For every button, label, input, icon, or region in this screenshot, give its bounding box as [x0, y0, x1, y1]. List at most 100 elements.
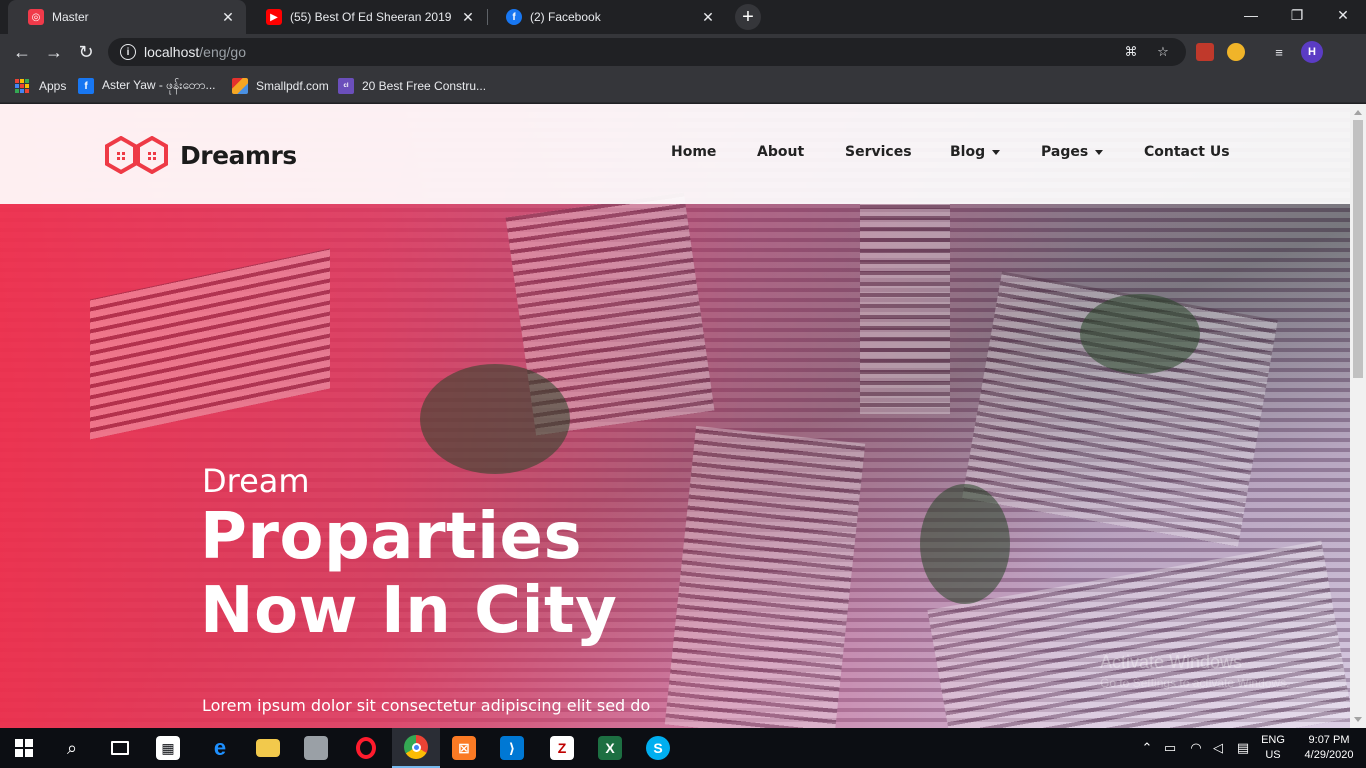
hero-background-building	[90, 248, 330, 440]
windows-taskbar: ⌕ ▦ e ⊠ ⟩ Z X S ⌃ ▭ ◠ ◁ ▤ ENG US 9:07 PM	[0, 728, 1366, 768]
url-host: localhost	[144, 44, 200, 60]
virtual-machine-app[interactable]	[292, 728, 340, 768]
nav-blog[interactable]: Blog	[950, 144, 1001, 160]
start-button[interactable]	[0, 728, 48, 768]
hero-section: Dreamrs Home About Services Blog Pages C…	[0, 104, 1350, 728]
tab-facebook[interactable]: f (2) Facebook ✕	[486, 0, 726, 34]
new-tab-button[interactable]: +	[735, 4, 761, 30]
bookmark-label: 20 Best Free Constru...	[362, 79, 487, 93]
nav-label: About	[757, 144, 805, 160]
xampp-app[interactable]: ⊠	[440, 728, 488, 768]
close-icon[interactable]: ✕	[700, 9, 716, 25]
bookmark-aster-yaw[interactable]: f Aster Yaw - ဖုန်းတော...	[78, 77, 216, 95]
apps-grid-icon	[15, 79, 29, 93]
chevron-down-icon	[992, 149, 1001, 155]
skype-icon: S	[646, 736, 670, 760]
hero-eyebrow: Dream	[202, 462, 310, 500]
nav-label: Services	[845, 144, 912, 160]
skype-app[interactable]: S	[634, 728, 682, 768]
extension-owl-icon[interactable]	[1227, 43, 1245, 61]
activation-watermark-sub: Go to Settings to activate Windows.	[1100, 676, 1290, 690]
nav-label: Home	[671, 144, 717, 160]
bookmark-colorlib[interactable]: cl 20 Best Free Constru...	[338, 77, 486, 95]
hero-background-trees	[420, 364, 570, 474]
page-scrollbar[interactable]	[1350, 104, 1366, 728]
scroll-up-arrow-icon[interactable]	[1354, 110, 1362, 115]
bookmark-label: Aster Yaw - ဖုန်းတော...	[102, 78, 216, 92]
battery-icon[interactable]: ▭	[1162, 740, 1178, 756]
youtube-icon: ▶	[266, 9, 282, 25]
bookmark-label: Smallpdf.com	[256, 79, 329, 93]
file-explorer-icon	[256, 739, 280, 757]
dreamrs-logo-icon	[105, 136, 168, 174]
vscode-app[interactable]: ⟩	[488, 728, 536, 768]
page-viewport: Dreamrs Home About Services Blog Pages C…	[0, 104, 1366, 728]
volume-icon[interactable]: ◁	[1210, 740, 1226, 756]
windows-logo-icon	[15, 739, 33, 757]
nav-contact-us[interactable]: Contact Us	[1144, 144, 1230, 160]
excel-app[interactable]: X	[586, 728, 634, 768]
profile-avatar[interactable]: H	[1301, 41, 1323, 63]
minimize-button[interactable]: —	[1228, 0, 1274, 30]
url-path: /eng/go	[199, 44, 246, 60]
opera-icon	[356, 737, 376, 759]
store-app[interactable]: ▦	[144, 728, 192, 768]
bookmark-star-icon[interactable]: ☆	[1154, 43, 1172, 61]
chrome-app[interactable]	[392, 728, 440, 768]
bookmark-apps[interactable]: Apps	[15, 77, 66, 95]
media-control-icon[interactable]: ≡	[1270, 43, 1288, 61]
tab-title: (2) Facebook	[530, 10, 601, 24]
task-view-button[interactable]	[96, 728, 144, 768]
smallpdf-icon	[232, 78, 248, 94]
scroll-thumb[interactable]	[1353, 120, 1363, 378]
tab-master[interactable]: ◎ Master ✕	[8, 0, 246, 34]
dreamrs-logo-icon: ◎	[28, 9, 44, 25]
language-code: ENG	[1261, 734, 1285, 746]
clock[interactable]: 9:07 PM 4/29/2020	[1296, 733, 1362, 763]
edge-app[interactable]: e	[196, 728, 244, 768]
activation-watermark: Activate Windows	[1100, 652, 1243, 672]
tab-strip: ◎ Master ✕ ▶ (55) Best Of Ed Sheeran 201…	[0, 0, 1366, 34]
nav-label: Blog	[950, 144, 986, 160]
nav-services[interactable]: Services	[845, 144, 912, 160]
hero-title-line: Now In City	[200, 574, 618, 648]
clock-date: 4/29/2020	[1304, 749, 1354, 761]
close-window-button[interactable]: ✕	[1320, 0, 1366, 30]
filezilla-app[interactable]: Z	[538, 728, 586, 768]
back-button[interactable]: ←	[8, 38, 36, 66]
extension-red-icon[interactable]	[1196, 43, 1214, 61]
scroll-down-arrow-icon[interactable]	[1354, 717, 1362, 722]
search-icon: ⌕	[66, 737, 78, 758]
wifi-icon[interactable]: ◠	[1188, 740, 1204, 756]
reload-button[interactable]: ↻	[72, 38, 100, 66]
close-icon[interactable]: ✕	[220, 9, 236, 25]
site-logo[interactable]: Dreamrs	[104, 136, 297, 174]
filezilla-icon: Z	[550, 736, 574, 760]
clock-time: 9:07 PM	[1308, 734, 1350, 746]
notification-icon[interactable]: ▤	[1234, 740, 1252, 756]
opera-app[interactable]	[342, 728, 390, 768]
edge-icon: e	[213, 735, 227, 760]
facebook-icon: f	[78, 78, 94, 94]
bookmark-smallpdf[interactable]: Smallpdf.com	[232, 77, 329, 95]
language-indicator[interactable]: ENG US	[1256, 733, 1290, 763]
maximize-button[interactable]: ❐	[1274, 0, 1320, 30]
address-bar[interactable]: i localhost/eng/go	[108, 38, 1186, 66]
chevron-up-icon[interactable]: ⌃	[1140, 740, 1154, 756]
task-view-icon	[111, 741, 129, 755]
xampp-icon: ⊠	[452, 736, 476, 760]
nav-about[interactable]: About	[757, 144, 804, 160]
nav-pages[interactable]: Pages	[1041, 144, 1104, 160]
tab-youtube[interactable]: ▶ (55) Best Of Ed Sheeran 2019 || Ed ✕	[246, 0, 486, 34]
translate-icon[interactable]: ⌘	[1122, 43, 1140, 61]
site-info-icon[interactable]: i	[120, 44, 136, 60]
tab-title: Master	[52, 10, 89, 24]
file-explorer-app[interactable]	[244, 728, 292, 768]
search-button[interactable]: ⌕	[48, 728, 96, 768]
virtual-machine-icon	[304, 736, 328, 760]
close-icon[interactable]: ✕	[460, 9, 476, 25]
hero-subtitle: Lorem ipsum dolor sit consectetur adipis…	[202, 696, 651, 715]
forward-button[interactable]: →	[40, 38, 68, 66]
nav-home[interactable]: Home	[671, 144, 716, 160]
chevron-down-icon	[1095, 149, 1104, 155]
